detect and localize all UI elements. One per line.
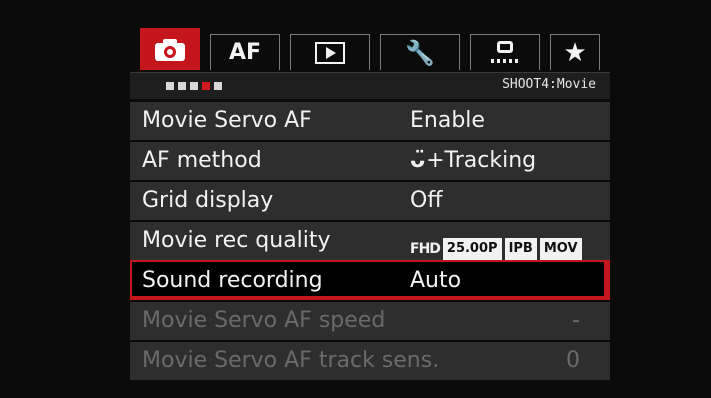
tab-shoot[interactable] xyxy=(140,28,200,70)
custom-functions-icon xyxy=(491,40,519,65)
compression-badge: IPB xyxy=(504,238,537,260)
menu-item-movie-servo-af[interactable]: Movie Servo AF Enable xyxy=(130,102,610,140)
menu-item-value: - xyxy=(572,308,580,333)
menu-item-label: Sound recording xyxy=(142,268,323,293)
tab-playback[interactable] xyxy=(290,34,370,70)
menu-item-value: Off xyxy=(410,188,443,213)
page-dot xyxy=(214,82,222,90)
page-dot xyxy=(166,82,174,90)
menu-item-label: Movie Servo AF speed xyxy=(142,308,386,333)
menu-item-af-method[interactable]: AF method ᴗ̈+Tracking xyxy=(130,142,610,180)
menu-item-value: Enable xyxy=(410,108,485,133)
menu-item-label: Movie rec quality xyxy=(142,228,331,253)
tab-my-menu[interactable]: ★ xyxy=(550,34,600,70)
menu-item-value: Auto xyxy=(410,268,462,293)
camera-menu-screen: AF 🔧 ★ SHOOT4:Movie Movie Servo AF Enabl… xyxy=(0,0,711,398)
wrench-icon: 🔧 xyxy=(405,38,435,67)
menu-list: Movie Servo AF Enable AF method ᴗ̈+Track… xyxy=(130,102,610,382)
menu-item-label: Movie Servo AF xyxy=(142,108,312,133)
camera-icon xyxy=(155,38,185,61)
star-icon: ★ xyxy=(563,37,587,68)
menu-item-movie-servo-af-track-sens: Movie Servo AF track sens. 0 xyxy=(130,342,610,380)
page-dot xyxy=(178,82,186,90)
tab-af[interactable]: AF xyxy=(210,34,280,70)
page-dot xyxy=(190,82,198,90)
menu-item-grid-display[interactable]: Grid display Off xyxy=(130,182,610,220)
page-dot-current xyxy=(202,82,210,90)
face-tracking-icon: ᴗ̈ xyxy=(410,148,426,173)
menu-item-label: Grid display xyxy=(142,188,274,213)
tab-setup[interactable]: 🔧 xyxy=(380,34,460,70)
menu-item-value: ᴗ̈+Tracking xyxy=(410,142,536,180)
tab-custom-functions[interactable] xyxy=(470,34,540,70)
menu-item-label: Movie Servo AF track sens. xyxy=(142,348,440,373)
format-badge: MOV xyxy=(539,238,582,260)
play-icon xyxy=(315,41,345,64)
menu-item-label: AF method xyxy=(142,148,262,173)
menu-tab-bar: AF 🔧 ★ xyxy=(140,28,600,70)
framerate-badge: 25.00P xyxy=(442,238,502,260)
tab-af-label: AF xyxy=(228,40,262,65)
menu-item-sound-recording[interactable]: Sound recording Auto xyxy=(130,260,610,300)
page-indicator xyxy=(166,82,222,90)
page-label: SHOOT4:Movie xyxy=(502,77,596,92)
menu-item-movie-rec-quality[interactable]: Movie rec quality FHD 25.00P IPB MOV xyxy=(130,222,610,260)
menu-subheader: SHOOT4:Movie xyxy=(130,72,610,99)
menu-item-movie-servo-af-speed: Movie Servo AF speed - xyxy=(130,302,610,340)
menu-item-value: 0 xyxy=(566,348,580,373)
